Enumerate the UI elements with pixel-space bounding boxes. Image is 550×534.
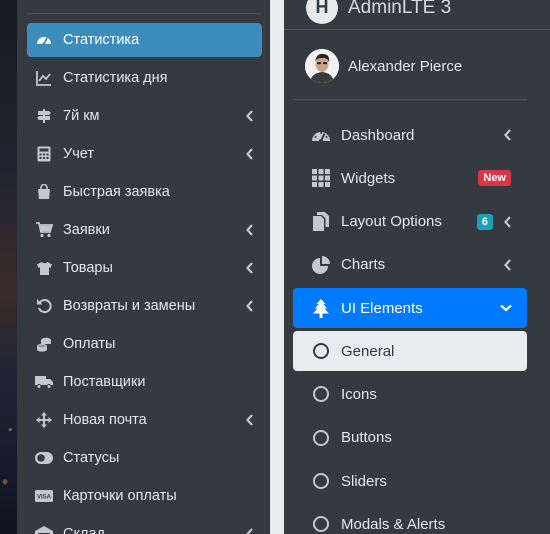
- nav-subitem-sliders[interactable]: Sliders: [293, 461, 527, 501]
- nav-item-label: Dashboard: [341, 126, 415, 144]
- pie-chart-icon: [310, 254, 331, 275]
- left-item-7km[interactable]: 7й км: [27, 99, 262, 133]
- chevron-left-icon: [246, 300, 254, 312]
- left-item-label: Заявки: [63, 222, 110, 238]
- left-item-label: Поставщики: [63, 374, 146, 390]
- nav-subitem-label: General: [341, 342, 395, 360]
- coins-icon: [35, 335, 53, 353]
- left-item-label: Новая почта: [63, 412, 147, 428]
- left-item-label: Товары: [63, 260, 113, 276]
- nav-subitem-label: Buttons: [341, 429, 392, 447]
- nav-subitem-icons[interactable]: Icons: [293, 374, 527, 414]
- toggle-icon: [35, 449, 53, 467]
- nav-item-label: UI Elements: [341, 299, 423, 317]
- visa-card-icon: VISA: [35, 487, 53, 505]
- chevron-left-icon: [246, 528, 254, 534]
- left-item-label: 7й км: [63, 108, 100, 124]
- left-item-statistika-dnya[interactable]: Статистика дня: [27, 61, 262, 95]
- nav-subitem-general[interactable]: General: [293, 331, 527, 372]
- nav-item-layout-options[interactable]: Layout Options 6: [293, 202, 527, 242]
- circle-icon: [313, 473, 329, 490]
- right-sidebar: H AdminLTE 3 Alexander Pierce Dashboard: [284, 0, 550, 534]
- chevron-left-icon: [246, 414, 254, 426]
- chevron-left-icon: [504, 259, 512, 271]
- line-chart-icon: [35, 69, 53, 87]
- svg-text:VISA: VISA: [37, 495, 52, 501]
- nav-item-widgets[interactable]: Widgets New: [293, 158, 527, 198]
- tree-icon: [310, 298, 331, 319]
- nav-item-dashboard[interactable]: Dashboard: [293, 115, 527, 155]
- new-badge: New: [478, 170, 511, 187]
- grid-icon: [310, 168, 331, 189]
- left-item-bystraya-zayavka[interactable]: Быстрая заявка: [27, 175, 262, 209]
- circle-icon: [313, 343, 329, 360]
- cart-icon: [35, 221, 53, 239]
- left-nav: Статистика Статистика дня 7й км Учет Быс…: [27, 23, 262, 534]
- tachometer-icon: [310, 125, 331, 146]
- left-item-label: Статистика: [63, 32, 140, 48]
- speedometer-icon: [35, 31, 53, 49]
- nav-item-charts[interactable]: Charts: [293, 245, 527, 285]
- chevron-left-icon: [504, 129, 512, 141]
- copy-icon: [310, 211, 331, 232]
- signpost-icon: [35, 107, 53, 125]
- left-item-label: Склад: [63, 526, 105, 534]
- left-item-kartochki-oplaty[interactable]: VISA Карточки оплаты: [27, 479, 262, 513]
- tshirt-icon: [35, 259, 53, 277]
- right-nav: Dashboard Widgets New Layout Options 6 C…: [293, 115, 527, 534]
- left-item-statusy[interactable]: Статусы: [27, 441, 262, 475]
- left-item-oplaty[interactable]: Оплаты: [27, 327, 262, 361]
- left-item-zayavki[interactable]: Заявки: [27, 213, 262, 247]
- warehouse-icon: [35, 525, 53, 534]
- left-item-label: Возвраты и замены: [63, 298, 196, 314]
- left-item-label: Статистика дня: [63, 70, 168, 86]
- brand-logo: H: [306, 0, 338, 24]
- circle-icon: [313, 429, 329, 446]
- nav-subitem-label: Modals & Alerts: [341, 515, 446, 533]
- circle-icon: [313, 516, 329, 533]
- chevron-left-icon: [246, 262, 254, 274]
- nav-item-ui-elements[interactable]: UI Elements: [293, 288, 527, 329]
- user-panel[interactable]: Alexander Pierce: [293, 33, 527, 100]
- left-item-tovary[interactable]: Товары: [27, 251, 262, 285]
- move-arrows-icon: [35, 411, 53, 429]
- left-item-label: Оплаты: [63, 336, 116, 352]
- chevron-left-icon: [246, 224, 254, 236]
- nav-subitem-buttons[interactable]: Buttons: [293, 418, 527, 458]
- nav-item-label: Layout Options: [341, 213, 442, 231]
- left-item-label: Учет: [63, 146, 94, 162]
- avatar: [305, 49, 339, 83]
- truck-icon: [35, 373, 53, 391]
- divider: [27, 13, 261, 14]
- nav-item-label: Charts: [341, 256, 386, 274]
- left-item-label: Статусы: [63, 450, 120, 466]
- calculator-icon: [35, 145, 53, 163]
- left-item-vozvraty[interactable]: Возвраты и замены: [27, 289, 262, 323]
- chevron-left-icon: [246, 148, 254, 160]
- left-item-label: Быстрая заявка: [63, 184, 170, 200]
- left-item-statistika[interactable]: Статистика: [27, 23, 262, 57]
- circle-icon: [313, 386, 329, 403]
- undo-icon: [35, 297, 53, 315]
- left-item-uchet[interactable]: Учет: [27, 137, 262, 171]
- left-item-novaya-pochta[interactable]: Новая почта: [27, 403, 262, 437]
- shopping-bag-icon: [35, 183, 53, 201]
- chevron-down-icon: [500, 304, 512, 312]
- chevron-left-icon: [246, 110, 254, 122]
- brand-link[interactable]: H AdminLTE 3: [284, 0, 550, 30]
- brand-title: AdminLTE 3: [348, 0, 452, 18]
- nav-subitem-label: Sliders: [341, 472, 387, 490]
- user-name: Alexander Pierce: [348, 57, 463, 75]
- left-sidebar: Статистика Статистика дня 7й км Учет Быс…: [17, 0, 270, 534]
- nav-item-label: Widgets: [341, 169, 396, 187]
- count-badge: 6: [476, 213, 493, 230]
- chevron-left-icon: [504, 215, 512, 228]
- nav-subitem-label: Icons: [341, 385, 377, 403]
- nav-subitem-modals-alerts[interactable]: Modals & Alerts: [293, 504, 527, 534]
- left-item-sklad[interactable]: Склад: [27, 517, 262, 534]
- content-gap: [270, 0, 284, 534]
- background-photo: [0, 0, 17, 534]
- left-item-label: Карточки оплаты: [63, 488, 177, 504]
- left-item-postavshchiki[interactable]: Поставщики: [27, 365, 262, 399]
